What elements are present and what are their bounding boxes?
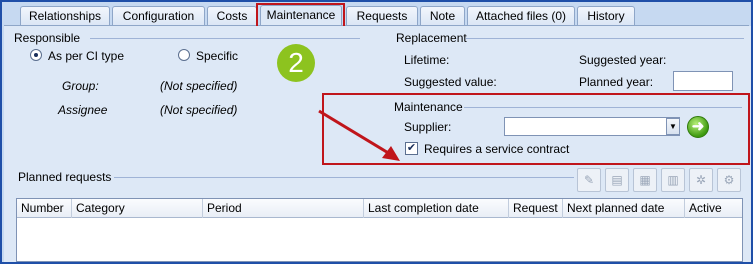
window-frame: Relationships Configuration Costs Mainte… <box>0 0 753 264</box>
column-period[interactable]: Period <box>203 199 364 218</box>
tab-configuration[interactable]: Configuration <box>112 6 205 25</box>
suggested-value-label: Suggested value: <box>404 75 497 89</box>
group-value: (Not specified) <box>160 79 238 93</box>
responsible-title: Responsible <box>14 31 81 45</box>
tab-note[interactable]: Note <box>420 6 465 25</box>
replacement-divider <box>466 38 744 39</box>
assignee-label: Assignee <box>58 103 108 117</box>
column-request[interactable]: Request <box>509 199 563 218</box>
planned-requests-divider <box>114 177 574 178</box>
edit-icon[interactable]: ✎ <box>577 168 601 192</box>
planned-requests-table[interactable]: Number Category Period Last completion d… <box>16 198 743 262</box>
lifetime-label: Lifetime: <box>404 53 450 67</box>
table-header: Number Category Period Last completion d… <box>17 199 742 218</box>
open-icon[interactable]: ▦ <box>633 168 657 192</box>
gear-icon[interactable]: ⚙ <box>717 168 741 192</box>
radio-as-per-ci-type-label: As per CI type <box>48 49 125 63</box>
column-last-completion-date[interactable]: Last completion date <box>364 199 509 218</box>
step-badge: 2 <box>277 44 315 82</box>
planned-year-label: Planned year: <box>579 75 654 89</box>
tab-relationships[interactable]: Relationships <box>20 6 110 25</box>
radio-as-per-ci-type[interactable] <box>30 49 42 61</box>
column-active[interactable]: Active <box>685 199 742 218</box>
tab-attached-files[interactable]: Attached files (0) <box>467 6 575 25</box>
maintenance-tab-highlight <box>256 3 345 28</box>
group-label: Group: <box>62 79 99 93</box>
tab-costs[interactable]: Costs <box>207 6 257 25</box>
new-document-icon[interactable]: ▤ <box>605 168 629 192</box>
settings-icon[interactable]: ✲ <box>689 168 713 192</box>
tab-requests[interactable]: Requests <box>346 6 418 25</box>
pointer-arrow-icon <box>318 109 400 161</box>
column-next-planned-date[interactable]: Next planned date <box>563 199 685 218</box>
tab-history[interactable]: History <box>577 6 635 25</box>
radio-specific[interactable] <box>178 49 190 61</box>
column-category[interactable]: Category <box>72 199 203 218</box>
suggested-year-label: Suggested year: <box>579 53 667 67</box>
replacement-title: Replacement <box>396 31 467 45</box>
assignee-value: (Not specified) <box>160 103 238 117</box>
responsible-divider <box>90 38 360 39</box>
column-number[interactable]: Number <box>17 199 72 218</box>
planned-year-input[interactable] <box>673 71 733 91</box>
save-icon[interactable]: ▥ <box>661 168 685 192</box>
radio-specific-label: Specific <box>196 49 239 63</box>
planned-requests-title: Planned requests <box>18 170 112 184</box>
maintenance-panel: Responsible As per CI type Specific Grou… <box>4 26 751 262</box>
